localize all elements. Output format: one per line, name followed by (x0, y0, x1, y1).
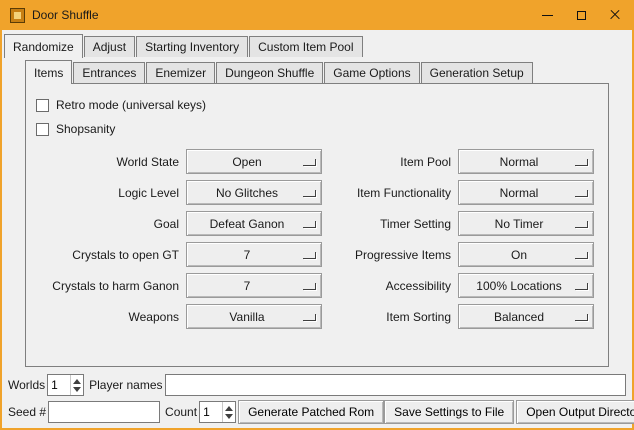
close-button[interactable] (598, 0, 632, 30)
tab-adjust[interactable]: Adjust (84, 36, 135, 57)
dropdown-indicator-icon (303, 314, 316, 321)
options-grid: World State Open Item Pool Normal Logic … (30, 146, 604, 332)
item-functionality-dropdown[interactable]: Normal (458, 180, 594, 205)
retro-mode-checkbox[interactable] (36, 99, 49, 112)
dropdown-indicator-icon (575, 314, 588, 321)
items-pane: Retro mode (universal keys) Shopsanity W… (25, 83, 609, 367)
progressive-items-dropdown[interactable]: On (458, 242, 594, 267)
minimize-icon (542, 15, 553, 16)
tab-entrances[interactable]: Entrances (73, 62, 145, 83)
tab-randomize[interactable]: Randomize (4, 34, 83, 58)
spin-up-icon[interactable] (73, 379, 81, 384)
tab-custom-item-pool[interactable]: Custom Item Pool (249, 36, 362, 57)
crystals-ganon-dropdown[interactable]: 7 (186, 273, 322, 298)
minimize-button[interactable] (530, 0, 564, 30)
worlds-label: Worlds (8, 378, 45, 392)
spin-down-icon[interactable] (225, 414, 233, 419)
tab-game-options[interactable]: Game Options (324, 62, 419, 83)
goal-label: Goal (30, 217, 186, 231)
dropdown-indicator-icon (303, 221, 316, 228)
door-shuffle-window: Door Shuffle Randomize Adjust Starting I… (0, 0, 634, 430)
retro-mode-row[interactable]: Retro mode (universal keys) (30, 93, 604, 117)
player-names-input[interactable] (165, 374, 627, 396)
seed-label: Seed # (8, 405, 46, 419)
progressive-items-label: Progressive Items (322, 248, 458, 262)
shopsanity-label: Shopsanity (56, 122, 115, 136)
timer-setting-label: Timer Setting (322, 217, 458, 231)
dropdown-indicator-icon (303, 190, 316, 197)
worlds-spinner[interactable] (47, 374, 84, 396)
timer-setting-dropdown[interactable]: No Timer (458, 211, 594, 236)
spin-down-icon[interactable] (73, 387, 81, 392)
worlds-input[interactable] (48, 375, 70, 395)
dropdown-indicator-icon (303, 252, 316, 259)
world-state-dropdown[interactable]: Open (186, 149, 322, 174)
tab-generation-setup[interactable]: Generation Setup (421, 62, 533, 83)
maximize-button[interactable] (564, 0, 598, 30)
shopsanity-checkbox[interactable] (36, 123, 49, 136)
app-icon (10, 8, 25, 23)
crystals-ganon-label: Crystals to harm Ganon (30, 279, 186, 293)
world-state-label: World State (30, 155, 186, 169)
secondary-tab-bar: Items Entrances Enemizer Dungeon Shuffle… (25, 59, 609, 83)
maximize-icon (577, 11, 586, 20)
item-pool-label: Item Pool (322, 155, 458, 169)
tab-items[interactable]: Items (25, 60, 72, 84)
dropdown-indicator-icon (303, 159, 316, 166)
shopsanity-row[interactable]: Shopsanity (30, 117, 604, 141)
open-output-button[interactable]: Open Output Directory (516, 400, 634, 424)
seed-input[interactable] (48, 401, 160, 423)
titlebar[interactable]: Door Shuffle (2, 0, 632, 30)
retro-mode-label: Retro mode (universal keys) (56, 98, 206, 112)
count-label: Count (165, 405, 197, 419)
count-spinner[interactable] (199, 401, 236, 423)
player-names-label: Player names (89, 378, 162, 392)
dropdown-indicator-icon (575, 283, 588, 290)
dropdown-indicator-icon (303, 283, 316, 290)
accessibility-label: Accessibility (322, 279, 458, 293)
logic-level-label: Logic Level (30, 186, 186, 200)
tab-starting-inventory[interactable]: Starting Inventory (136, 36, 248, 57)
accessibility-dropdown[interactable]: 100% Locations (458, 273, 594, 298)
count-input[interactable] (200, 402, 222, 422)
crystals-gt-label: Crystals to open GT (30, 248, 186, 262)
spin-up-icon[interactable] (225, 406, 233, 411)
primary-tab-bar: Randomize Adjust Starting Inventory Cust… (4, 33, 632, 57)
dropdown-indicator-icon (575, 221, 588, 228)
randomize-notebook: Items Entrances Enemizer Dungeon Shuffle… (25, 59, 609, 367)
window-title: Door Shuffle (32, 8, 99, 22)
item-sorting-label: Item Sorting (322, 310, 458, 324)
generate-rom-button[interactable]: Generate Patched Rom (238, 400, 384, 424)
crystals-gt-dropdown[interactable]: 7 (186, 242, 322, 267)
worlds-spin-buttons (70, 375, 83, 395)
item-sorting-dropdown[interactable]: Balanced (458, 304, 594, 329)
goal-dropdown[interactable]: Defeat Ganon (186, 211, 322, 236)
logic-level-dropdown[interactable]: No Glitches (186, 180, 322, 205)
seed-row: Seed # Count Generate Patched Rom Save S… (8, 401, 627, 423)
dropdown-indicator-icon (575, 159, 588, 166)
item-pool-dropdown[interactable]: Normal (458, 149, 594, 174)
tab-enemizer[interactable]: Enemizer (146, 62, 215, 83)
count-spin-buttons (222, 402, 235, 422)
close-icon (609, 9, 621, 21)
save-settings-button[interactable]: Save Settings to File (384, 400, 514, 424)
worlds-row: Worlds Player names (8, 374, 627, 396)
item-functionality-label: Item Functionality (322, 186, 458, 200)
bottom-controls: Worlds Player names Seed # Count (8, 374, 627, 423)
tab-dungeon-shuffle[interactable]: Dungeon Shuffle (216, 62, 323, 83)
window-controls (530, 0, 632, 30)
dropdown-indicator-icon (575, 190, 588, 197)
weapons-dropdown[interactable]: Vanilla (186, 304, 322, 329)
dropdown-indicator-icon (575, 252, 588, 259)
weapons-label: Weapons (30, 310, 186, 324)
